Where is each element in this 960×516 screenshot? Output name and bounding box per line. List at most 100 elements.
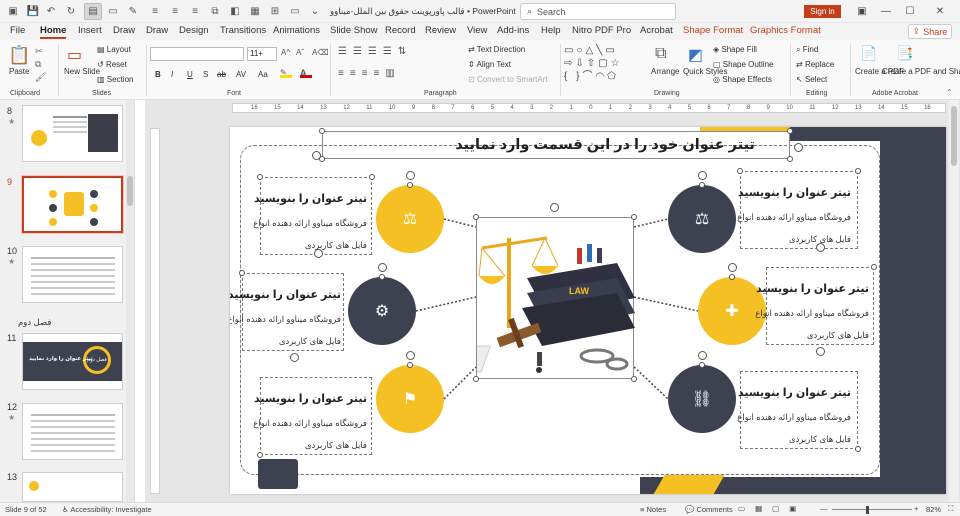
editor-scrollbar[interactable]	[949, 100, 959, 502]
quick-styles-icon[interactable]: ◩	[688, 45, 703, 65]
zoom-slider-thumb[interactable]	[866, 506, 869, 514]
thumbnail-scrollbar[interactable]	[126, 100, 134, 502]
resize-handle[interactable]	[257, 452, 263, 458]
rotate-handle[interactable]	[816, 243, 825, 252]
char-spacing-button[interactable]: AV	[236, 70, 246, 79]
rectangle-qa-icon[interactable]: ▭	[286, 3, 304, 20]
slide-thumbnail-13[interactable]	[22, 472, 123, 502]
clear-formatting-icon[interactable]: A⌫	[312, 48, 329, 57]
minimize-button[interactable]: —	[876, 4, 896, 19]
tab-animations[interactable]: Animations	[273, 25, 320, 36]
resize-handle[interactable]	[473, 214, 479, 220]
tab-draw[interactable]: Draw	[113, 25, 135, 36]
rotate-handle[interactable]	[312, 151, 321, 160]
reset-button[interactable]: ↺ Reset	[97, 60, 127, 69]
text-box-right-1[interactable]: تیتر عنوان را بنویسید فروشگاه میناوو ارا…	[737, 171, 858, 249]
resize-handle[interactable]	[473, 376, 479, 382]
cut-icon[interactable]: ✂	[35, 46, 43, 57]
replace-button[interactable]: ⇄ Replace	[796, 60, 834, 69]
start-slideshow-icon[interactable]: ▭	[104, 3, 122, 20]
align-buttons-icon[interactable]: ≡≡≡≡▥	[338, 68, 401, 79]
resize-handle[interactable]	[369, 174, 375, 180]
slide-thumbnail-12[interactable]	[22, 403, 123, 460]
autosave-icon[interactable]: ▣	[4, 3, 22, 20]
bold-button[interactable]: B	[155, 70, 161, 79]
shape-fill-button[interactable]: ◈ Shape Fill	[713, 45, 757, 54]
tab-nitro-pdf[interactable]: Nitro PDF Pro	[572, 25, 631, 36]
rotate-handle[interactable]	[290, 353, 299, 362]
shadow-button[interactable]: S	[203, 70, 208, 79]
tab-home[interactable]: Home	[40, 25, 66, 36]
shapes-gallery[interactable]: ▭○△╲▭ ⇨⇩⇧▢☆{ }⌒◠⬠	[564, 44, 646, 86]
new-slide-button[interactable]: New Slide	[64, 67, 100, 76]
zoom-slider[interactable]	[832, 509, 912, 510]
section-button[interactable]: ▥ Section	[97, 75, 133, 84]
resize-handle[interactable]	[631, 214, 637, 220]
create-share-icon[interactable]: 📑	[896, 45, 913, 62]
text-box-right-2[interactable]: تیتر عنوان را بنویسید فروشگاه میناوو ارا…	[755, 267, 874, 345]
close-button[interactable]: ✕	[930, 4, 950, 19]
format-painter-qa-icon[interactable]: ✎	[124, 3, 142, 20]
shape-outline-button[interactable]: ▢ Shape Outline	[713, 60, 773, 69]
slide-thumbnail-11[interactable]: فصل دوم تیتر عنوان را وارد نمایید	[22, 333, 123, 390]
resize-handle[interactable]	[407, 362, 413, 368]
slide-thumbnail-9[interactable]	[21, 175, 124, 234]
shrink-font-icon[interactable]: Aˇ	[296, 48, 304, 57]
rotate-handle[interactable]	[550, 203, 559, 212]
font-size-input[interactable]: 11+	[247, 47, 277, 61]
rotate-handle[interactable]	[698, 171, 707, 180]
rotate-handle[interactable]	[794, 143, 803, 152]
rotate-handle[interactable]	[406, 171, 415, 180]
create-pdf-button[interactable]: Create a PDF	[855, 67, 904, 76]
list-buttons-icon[interactable]: ☰☰☰☰⇅	[338, 46, 412, 57]
redo-icon[interactable]: ↻	[62, 3, 80, 20]
text-box-left-1[interactable]: تیتر عنوان را بنویسید فروشگاه میناوو ارا…	[253, 177, 372, 255]
fit-slide-icon[interactable]: ⛶	[948, 504, 953, 514]
underline-button[interactable]: U	[187, 70, 193, 79]
grow-font-icon[interactable]: A^	[281, 48, 290, 57]
tab-view[interactable]: View	[467, 25, 487, 36]
zoom-level[interactable]: 82%	[926, 505, 941, 514]
rotate-handle[interactable]	[406, 351, 415, 360]
slide-thumbnail-8[interactable]	[22, 105, 123, 162]
font-color-icon[interactable]: A	[300, 68, 312, 78]
undo-icon[interactable]: ↶	[42, 3, 60, 20]
tab-file[interactable]: File	[10, 25, 25, 36]
editor-scroll-thumb[interactable]	[951, 106, 957, 166]
resize-handle[interactable]	[729, 274, 735, 280]
select-button[interactable]: ↖ Select	[796, 75, 827, 84]
quick-styles-button[interactable]: Quick Styles	[683, 67, 727, 76]
tab-transitions[interactable]: Transitions	[220, 25, 266, 36]
resize-handle[interactable]	[407, 182, 413, 188]
tab-design[interactable]: Design	[179, 25, 209, 36]
sign-in-button[interactable]: Sign in	[804, 5, 841, 18]
resize-handle[interactable]	[855, 446, 861, 452]
align-text-button[interactable]: ⇕ Align Text	[468, 60, 511, 69]
slide-thumbnail-10[interactable]	[22, 246, 123, 303]
copy-icon[interactable]: ⧉	[35, 59, 41, 70]
highlight-icon[interactable]: ✎	[280, 68, 292, 78]
resize-handle[interactable]	[257, 174, 263, 180]
ribbon-display-icon[interactable]: ▣	[852, 4, 872, 19]
share-button[interactable]: ⇪ Share	[908, 24, 952, 39]
paste-button[interactable]: Paste	[9, 67, 29, 76]
grid-icon[interactable]: ⊞	[266, 3, 284, 20]
view-buttons[interactable]: ▭▦▢▣	[738, 504, 806, 513]
resize-handle[interactable]	[631, 376, 637, 382]
strikethrough-button[interactable]: ab	[217, 70, 226, 79]
tab-insert[interactable]: Insert	[78, 25, 102, 36]
tab-shape-format[interactable]: Shape Format	[683, 25, 743, 36]
tab-record[interactable]: Record	[385, 25, 416, 36]
tab-slide-show[interactable]: Slide Show	[330, 25, 378, 36]
change-case-button[interactable]: Aa	[258, 70, 268, 79]
tab-draw-2[interactable]: Draw	[146, 25, 168, 36]
tab-acrobat[interactable]: Acrobat	[640, 25, 673, 36]
create-pdf-icon[interactable]: 📄	[860, 45, 877, 62]
tab-add-ins[interactable]: Add-ins	[497, 25, 529, 36]
slide-canvas[interactable]: تیتر عنوان خود را در این قسمت وارد نمایی…	[230, 127, 946, 494]
notes-button[interactable]: ≡ Notes	[640, 505, 666, 514]
shape-effects-button[interactable]: ◎ Shape Effects	[713, 75, 772, 84]
resize-handle[interactable]	[871, 264, 877, 270]
create-share-button[interactable]: Create a PDF and Share link	[882, 67, 960, 76]
align-right-qa-icon[interactable]: ≡	[186, 3, 204, 20]
